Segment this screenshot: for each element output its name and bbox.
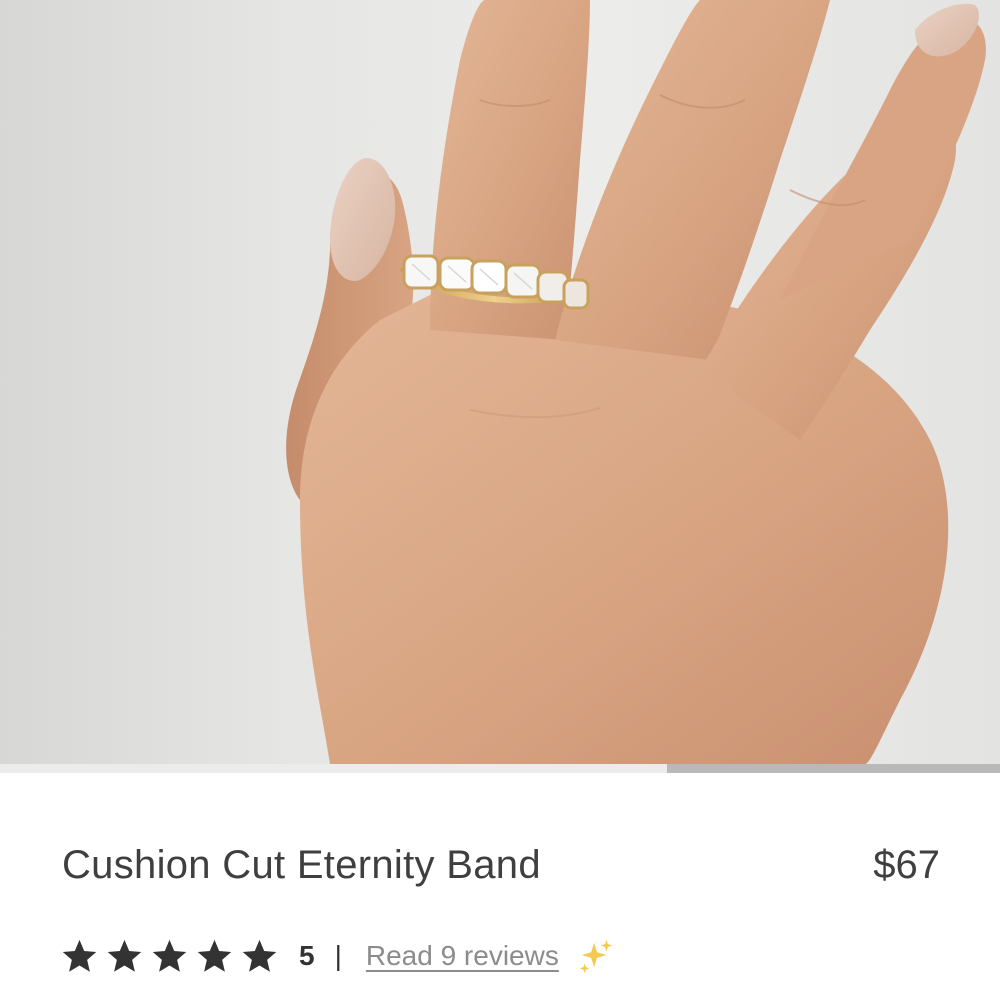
product-title: Cushion Cut Eternity Band bbox=[62, 843, 541, 887]
rating-row: 5 | Read 9 reviews bbox=[60, 932, 615, 980]
star-icon bbox=[197, 939, 232, 972]
star-icon bbox=[107, 939, 142, 972]
product-card: Cushion Cut Eternity Band $67 5 | Read 9… bbox=[0, 0, 1000, 1000]
gallery-progress-bar[interactable] bbox=[0, 764, 1000, 773]
product-image[interactable] bbox=[0, 0, 1000, 764]
read-reviews-link[interactable]: Read 9 reviews bbox=[366, 940, 559, 972]
star-icon bbox=[242, 939, 277, 972]
gallery-progress-remaining bbox=[667, 764, 1000, 773]
separator: | bbox=[334, 940, 342, 971]
star-icon bbox=[152, 939, 187, 972]
star-icon bbox=[62, 939, 97, 972]
sparkles-icon bbox=[579, 939, 612, 974]
product-price: $67 bbox=[873, 843, 940, 887]
hand-with-ring-illustration bbox=[286, 0, 986, 764]
star-rating bbox=[60, 937, 279, 976]
rating-value: 5 bbox=[299, 940, 315, 971]
gallery-progress-fill bbox=[0, 764, 667, 773]
